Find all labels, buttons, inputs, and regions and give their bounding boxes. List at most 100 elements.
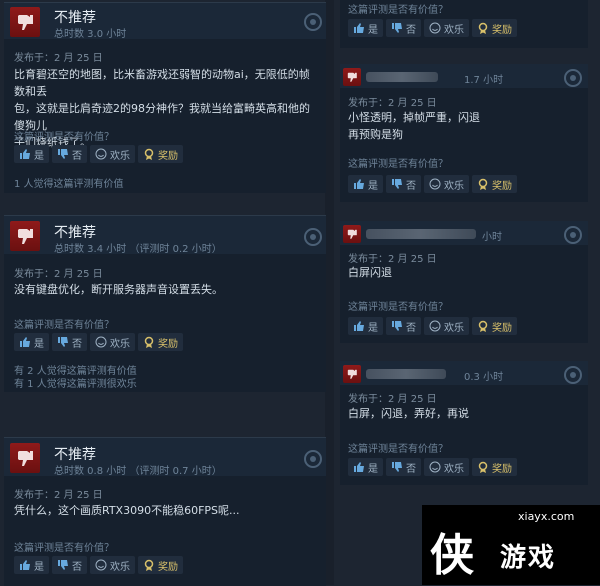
review-verdict: 不推荐: [54, 225, 96, 241]
helpful-count: 1 人觉得这篇评测有价值: [14, 179, 124, 190]
vote-no-button[interactable]: 否: [52, 145, 87, 163]
vote-no-button[interactable]: 否: [52, 556, 87, 574]
vote-no-button[interactable]: 否: [52, 333, 87, 351]
vote-buttons: 是 否 欢乐 奖励: [14, 333, 183, 351]
award-button[interactable]: 奖励: [472, 175, 517, 193]
watermark-site: xiayx.com: [518, 510, 575, 523]
award-button[interactable]: 奖励: [138, 556, 183, 574]
vote-yes-button[interactable]: 是: [14, 556, 49, 574]
thumbs-down-icon: [10, 221, 40, 251]
helpful-question: 这篇评测是否有价值？: [348, 5, 448, 16]
thumbs-down-icon: [392, 23, 402, 33]
review-header: 1.7 小时: [340, 64, 588, 88]
review-card: 小时 发布于：2 月 25 日 白屏闪退 这篇评测是否有价值？ 是 否 欢乐 奖…: [340, 221, 588, 343]
thumbs-up-icon: [354, 23, 364, 33]
vote-yes-button[interactable]: 是: [348, 458, 383, 476]
vote-buttons: 是 否 欢乐 奖励: [348, 317, 517, 335]
posted-date: 发布于：2 月 25 日: [348, 394, 437, 405]
vote-no-button[interactable]: 否: [386, 175, 421, 193]
review-card: 1.7 小时 发布于：2 月 25 日 小怪透明，掉帧严重，闪退 再预购是狗 这…: [340, 64, 588, 202]
review-card: 不推荐 总时数 3.4 小时 （评测时 0.2 小时） 发布于：2 月 25 日…: [4, 215, 326, 392]
review-hours: 总时数 0.8 小时 （评测时 0.7 小时）: [54, 466, 222, 477]
steam-logo-icon: [304, 450, 322, 468]
award-icon: [478, 178, 488, 190]
posted-date: 发布于：2 月 25 日: [14, 269, 103, 280]
helpful-question: 这篇评测是否有价值？: [348, 159, 448, 170]
vote-funny-button[interactable]: 欢乐: [424, 317, 469, 335]
award-icon: [478, 22, 488, 34]
review-header: 小时: [340, 221, 588, 245]
review-card: 这篇评测是否有价值？ 是 否 欢乐 奖励: [340, 0, 588, 48]
review-text: 凭什么，这个画质RTX3090不能稳60FPS呢...: [14, 504, 240, 517]
award-button[interactable]: 奖励: [472, 317, 517, 335]
vote-buttons: 是 否 欢乐 奖励: [14, 556, 183, 574]
smiley-icon: [429, 22, 441, 34]
vote-funny-button[interactable]: 欢乐: [90, 556, 135, 574]
vote-no-button[interactable]: 否: [386, 19, 421, 37]
review-hours: 小时: [482, 232, 502, 243]
review-header: 不推荐 总时数 0.8 小时 （评测时 0.7 小时）: [4, 438, 326, 477]
blurred-username: [366, 229, 476, 239]
vote-buttons: 是 否 欢乐 奖励: [348, 19, 517, 37]
thumbs-down-icon: [10, 443, 40, 473]
watermark-logo: 侠: [430, 530, 474, 581]
review-header: 不推荐 总时数 3.0 小时: [4, 3, 326, 40]
steam-logo-icon: [564, 69, 582, 87]
award-icon: [144, 148, 154, 160]
smiley-icon: [429, 320, 441, 332]
posted-date: 发布于：2 月 25 日: [348, 98, 437, 109]
watermark-word: 游戏: [500, 543, 557, 573]
vote-yes-button[interactable]: 是: [14, 145, 49, 163]
vote-yes-button[interactable]: 是: [14, 333, 49, 351]
review-card: 不推荐 总时数 0.8 小时 （评测时 0.7 小时） 发布于：2 月 25 日…: [4, 437, 326, 586]
award-button[interactable]: 奖励: [138, 333, 183, 351]
vote-funny-button[interactable]: 欢乐: [90, 145, 135, 163]
vote-yes-button[interactable]: 是: [348, 19, 383, 37]
thumbs-down-icon: [58, 149, 68, 159]
vote-buttons: 是 否 欢乐 奖励: [348, 175, 517, 193]
thumbs-up-icon: [354, 179, 364, 189]
vote-no-button[interactable]: 否: [386, 317, 421, 335]
site-watermark: xiayx.com 侠 游戏: [422, 505, 600, 585]
thumbs-down-icon: [58, 337, 68, 347]
award-button[interactable]: 奖励: [472, 19, 517, 37]
thumbs-down-icon: [343, 68, 361, 86]
vote-yes-button[interactable]: 是: [348, 317, 383, 335]
helpful-question: 这篇评测是否有价值？: [14, 132, 114, 143]
blurred-username: [366, 72, 438, 82]
helpful-question: 这篇评测是否有价值？: [14, 320, 114, 331]
vote-funny-button[interactable]: 欢乐: [424, 458, 469, 476]
posted-date: 发布于：2 月 25 日: [14, 490, 103, 501]
review-hours: 总时数 3.0 小时: [54, 29, 127, 40]
review-text: 小怪透明，掉帧严重，闪退 再预购是狗: [348, 111, 480, 141]
award-button[interactable]: 奖励: [472, 458, 517, 476]
smiley-icon: [95, 148, 107, 160]
award-button[interactable]: 奖励: [138, 145, 183, 163]
award-icon: [478, 320, 488, 332]
smiley-icon: [95, 559, 107, 571]
thumbs-down-icon: [392, 179, 402, 189]
review-card: 0.3 小时 发布于：2 月 25 日 白屏，闪退，弄好，再说 这篇评测是否有价…: [340, 361, 588, 485]
vote-funny-button[interactable]: 欢乐: [424, 19, 469, 37]
vote-funny-button[interactable]: 欢乐: [90, 333, 135, 351]
vote-funny-button[interactable]: 欢乐: [424, 175, 469, 193]
thumbs-down-icon: [58, 560, 68, 570]
thumbs-up-icon: [354, 321, 364, 331]
vote-no-button[interactable]: 否: [386, 458, 421, 476]
helpful-question: 这篇评测是否有价值？: [14, 543, 114, 554]
vote-yes-button[interactable]: 是: [348, 175, 383, 193]
thumbs-up-icon: [20, 560, 30, 570]
posted-date: 发布于：2 月 25 日: [14, 53, 103, 64]
review-verdict: 不推荐: [54, 447, 96, 463]
steam-logo-icon: [564, 366, 582, 384]
review-hours: 0.3 小时: [464, 372, 504, 383]
review-header: 不推荐 总时数 3.4 小时 （评测时 0.2 小时）: [4, 216, 326, 255]
steam-logo-icon: [304, 228, 322, 246]
steam-logo-icon: [564, 226, 582, 244]
thumbs-up-icon: [20, 149, 30, 159]
thumbs-down-icon: [343, 365, 361, 383]
thumbs-down-icon: [10, 7, 40, 37]
review-card: 不推荐 总时数 3.0 小时 发布于：2 月 25 日 比育碧还空的地图，比米畜…: [4, 2, 326, 193]
blurred-username: [366, 369, 446, 379]
review-header: 0.3 小时: [340, 361, 588, 385]
